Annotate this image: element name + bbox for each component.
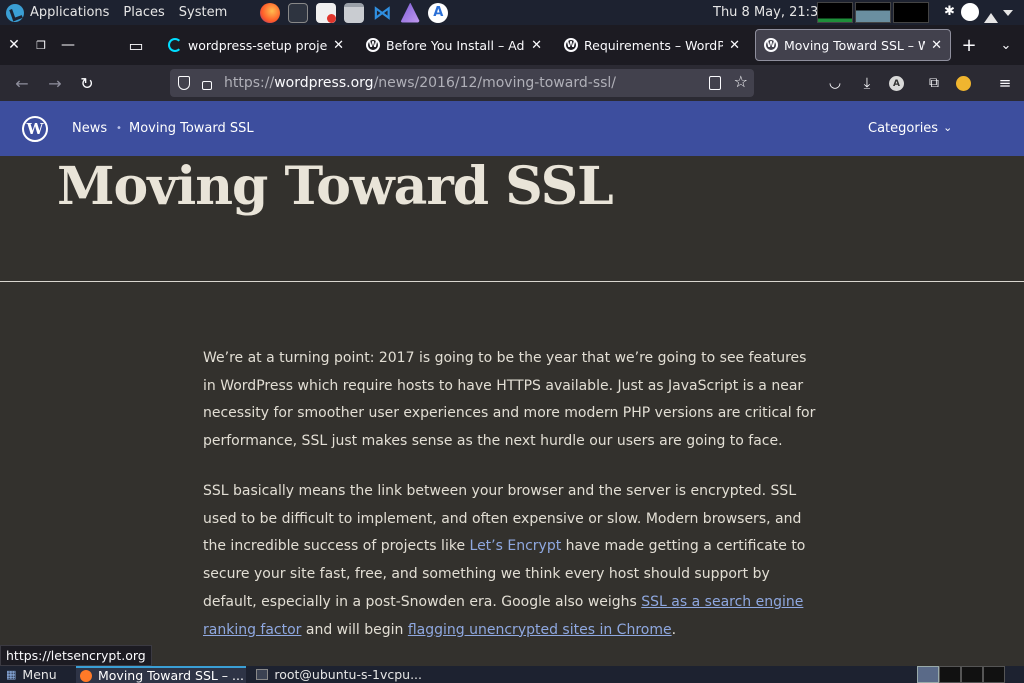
downloads-icon[interactable]: ⤓ <box>855 71 879 95</box>
window-minimize-icon[interactable]: — <box>54 31 82 59</box>
file-manager-launcher-icon[interactable] <box>344 2 365 23</box>
window-restore-icon[interactable]: ❐ <box>27 31 55 59</box>
start-menu-button[interactable]: ▦ Menu <box>6 666 57 683</box>
bottom-taskbar: ▦ Menu Moving Toward SSL – ... root@ubun… <box>0 666 1024 683</box>
wordpress-icon <box>366 38 380 52</box>
url-path: /news/2016/12/moving-toward-ssl/ <box>373 75 617 91</box>
tab-strip: ✕ ❐ — ▭ wordpress-setup project ✕ Before… <box>0 25 1024 65</box>
reload-button[interactable]: ↻ <box>75 71 99 95</box>
tab-before-you-install[interactable]: Before You Install – Adva ✕ <box>358 29 550 61</box>
tab-wordpress-setup[interactable]: wordpress-setup project ✕ <box>160 29 352 61</box>
tab-close-icon[interactable]: ✕ <box>931 38 942 53</box>
breadcrumb-separator: • <box>116 123 122 134</box>
text-editor-launcher-icon[interactable] <box>316 2 337 23</box>
terminal-icon <box>256 669 269 680</box>
chrome-flagging-link[interactable]: flagging unencrypted sites in Chrome <box>408 622 672 638</box>
wordpress-logo-icon[interactable]: W <box>22 116 48 142</box>
url-bar[interactable]: https://wordpress.org/news/2016/12/movin… <box>170 69 754 97</box>
categories-label: Categories <box>868 121 939 136</box>
distro-logo-icon[interactable] <box>6 3 24 22</box>
workspace-switcher[interactable] <box>917 666 1024 683</box>
tab-title: Moving Toward SSL – Wo <box>784 37 926 53</box>
lets-encrypt-link[interactable]: Let’s Encrypt <box>470 538 562 554</box>
accessibility-icon[interactable] <box>961 3 979 21</box>
back-button[interactable]: ← <box>10 71 34 95</box>
wordpress-icon <box>564 38 578 52</box>
article: Moving Toward SSL We’re at a turning poi… <box>0 156 1024 666</box>
applications-menu[interactable]: Applications <box>30 0 116 25</box>
bluetooth-icon[interactable]: ✱ <box>944 4 960 20</box>
breadcrumb-news[interactable]: News <box>72 121 107 136</box>
wordpress-site-header: W News • Moving Toward SSL Categories ⌄ <box>0 101 1024 156</box>
terminal-launcher-icon[interactable] <box>288 2 309 23</box>
bookmark-star-icon[interactable]: ☆ <box>734 72 748 91</box>
reader-view-icon[interactable] <box>709 76 721 90</box>
menu-grid-icon: ▦ <box>6 668 17 681</box>
tab-requirements[interactable]: Requirements – WordPre ✕ <box>556 29 748 61</box>
taskbar-item-label: root@ubuntu-s-1vcpu... <box>274 667 422 682</box>
tab-close-icon[interactable]: ✕ <box>333 38 344 53</box>
system-menu[interactable]: System <box>172 0 234 25</box>
panel-clock[interactable]: Thu 8 May, 21:31 <box>713 0 827 25</box>
wordpress-icon <box>764 38 778 52</box>
post-title: Moving Toward SSL <box>57 156 614 217</box>
tab-title: Requirements – WordPre <box>584 37 724 53</box>
pocket-icon[interactable]: ◡ <box>823 71 847 95</box>
top-panel: Applications Places System ⋈ A Thu 8 May… <box>0 0 1024 25</box>
firefox-icon <box>80 669 92 682</box>
vscode-launcher-icon[interactable]: ⋈ <box>372 3 392 23</box>
paragraph-2-text: . <box>671 621 677 638</box>
wifi-icon[interactable] <box>984 5 998 23</box>
categories-menu[interactable]: Categories ⌄ <box>868 121 952 136</box>
taskbar-item-terminal[interactable]: root@ubuntu-s-1vcpu... <box>252 666 422 683</box>
tab-close-icon[interactable]: ✕ <box>729 38 740 53</box>
chevron-down-icon: ⌄ <box>943 121 953 134</box>
account-avatar[interactable]: A <box>889 76 904 91</box>
tab-moving-toward-ssl[interactable]: Moving Toward SSL – Wo ✕ <box>755 29 951 61</box>
paragraph-2: SSL basically means the link between you… <box>203 478 823 644</box>
breadcrumb-current: Moving Toward SSL <box>129 121 254 136</box>
network-monitor-graph <box>893 2 929 23</box>
tracking-protection-shield-icon[interactable] <box>178 76 190 90</box>
extensions-icon[interactable]: ⧉ <box>922 71 946 95</box>
cpu-monitor-graph <box>817 2 853 23</box>
link-status-tooltip: https://letsencrypt.org <box>0 645 152 666</box>
extension-fox-icon[interactable] <box>956 76 971 91</box>
lock-icon[interactable] <box>202 80 212 90</box>
places-menu[interactable]: Places <box>116 0 171 25</box>
tab-title: wordpress-setup project <box>188 37 328 53</box>
menu-label: Menu <box>22 667 57 682</box>
paragraph-1: We’re at a turning point: 2017 is going … <box>203 350 816 450</box>
taskbar-item-label: Moving Toward SSL – ... <box>98 668 244 683</box>
drawing-app-launcher-icon[interactable] <box>400 2 421 23</box>
navigation-toolbar: ← → ↻ https://wordpress.org/news/2016/12… <box>0 65 1024 101</box>
paragraph-2-text: and will begin <box>301 621 408 638</box>
tab-close-icon[interactable]: ✕ <box>531 38 542 53</box>
software-center-launcher-icon[interactable]: A <box>428 2 449 23</box>
memory-monitor-graph <box>855 2 891 23</box>
window-close-icon[interactable]: ✕ <box>0 31 28 59</box>
url-host: wordpress.org <box>274 75 374 91</box>
power-menu-icon[interactable] <box>1003 10 1013 16</box>
app-menu-icon[interactable]: ≡ <box>993 71 1017 95</box>
list-all-tabs-button[interactable]: ⌄ <box>992 31 1020 59</box>
loading-spinner-icon <box>168 38 182 52</box>
forward-button[interactable]: → <box>43 71 67 95</box>
firefox-view-icon[interactable]: ▭ <box>122 31 150 59</box>
firefox-launcher-icon[interactable] <box>260 2 281 23</box>
url-scheme: https:// <box>224 75 275 91</box>
title-divider <box>0 281 1024 282</box>
taskbar-item-firefox[interactable]: Moving Toward SSL – ... <box>76 666 246 683</box>
tab-title: Before You Install – Adva <box>386 37 526 53</box>
new-tab-button[interactable]: + <box>955 31 983 59</box>
